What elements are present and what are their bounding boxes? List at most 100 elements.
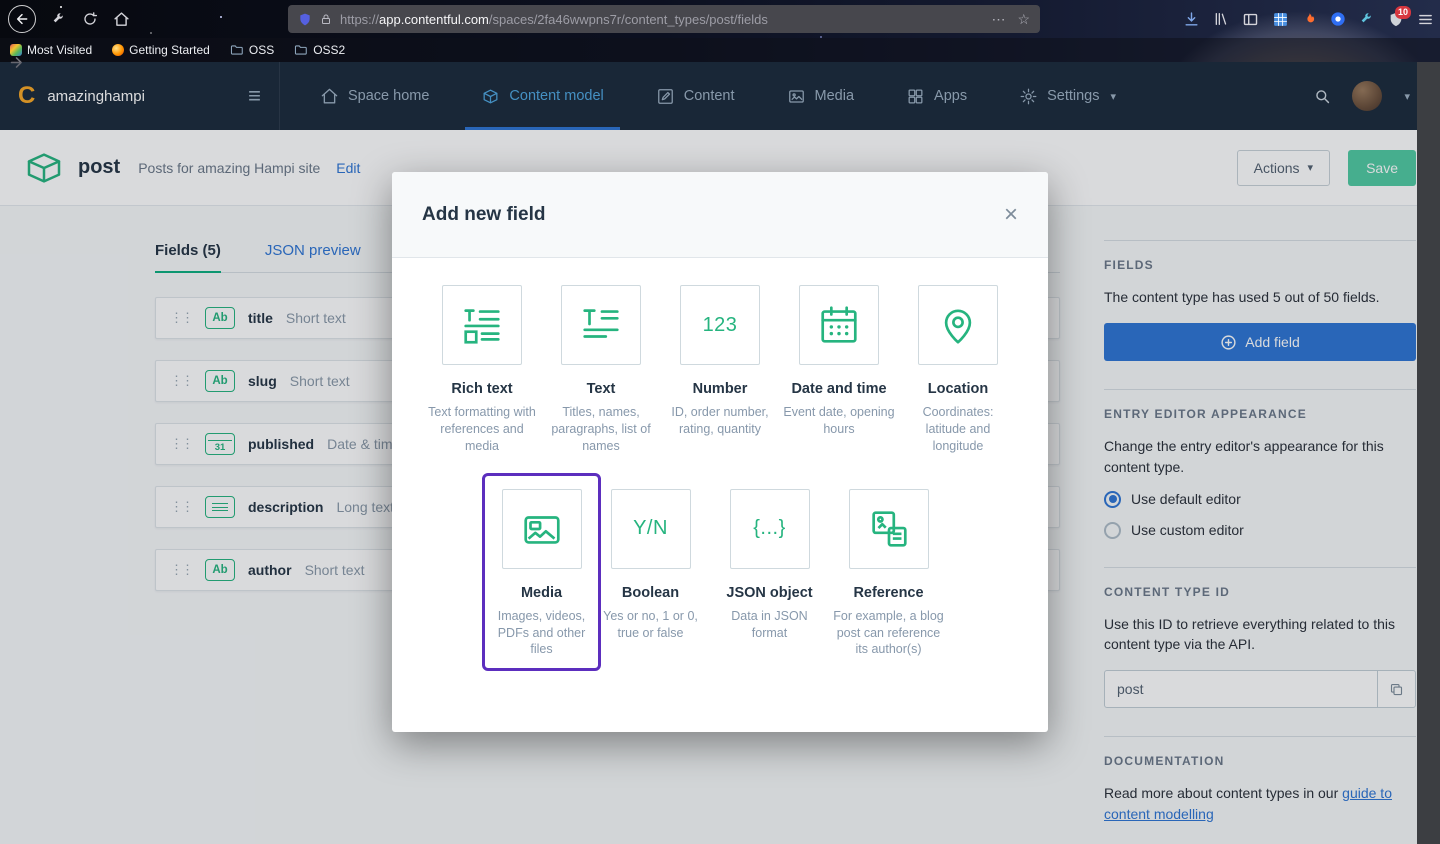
- rich-text-icon: [464, 309, 500, 344]
- reference-card[interactable]: [848, 488, 929, 569]
- boolean-card[interactable]: Y/N: [610, 488, 691, 569]
- space-switcher[interactable]: C amazinghampi ≡: [0, 62, 280, 130]
- drag-handle-icon[interactable]: ⋮⋮: [170, 499, 194, 515]
- browser-toolbar: https://app.contentful.com/spaces/2fa46w…: [0, 0, 1440, 68]
- back-button[interactable]: [8, 5, 36, 33]
- media-icon: [523, 515, 560, 544]
- location-card[interactable]: [918, 285, 998, 365]
- address-bar[interactable]: https://app.contentful.com/spaces/2fa46w…: [288, 5, 1040, 33]
- short-text-icon: Ab: [205, 307, 235, 329]
- calendar-icon: [821, 306, 857, 343]
- sidebars-icon[interactable]: [1242, 11, 1259, 28]
- lock-icon: [322, 14, 330, 24]
- contentful-logo-icon: C: [18, 82, 36, 109]
- drag-handle-icon[interactable]: ⋮⋮: [170, 436, 194, 452]
- documentation-heading: DOCUMENTATION: [1104, 754, 1225, 769]
- add-field-button[interactable]: Add field: [1104, 323, 1416, 362]
- field-type-date-and-time[interactable]: Date and time Event date, opening hours: [780, 285, 899, 438]
- extension-badge: 10: [1394, 5, 1411, 19]
- menu-icon[interactable]: [1417, 11, 1434, 28]
- rich-text-card[interactable]: [442, 285, 522, 365]
- tab-fields[interactable]: Fields (5): [155, 242, 221, 273]
- bookmark-most-visited[interactable]: Most Visited: [10, 43, 92, 57]
- library-icon[interactable]: [1213, 11, 1229, 27]
- nav-item-settings[interactable]: Settings ▾: [993, 62, 1142, 130]
- content-type-icon: [27, 152, 61, 183]
- tab-json-preview[interactable]: JSON preview: [265, 242, 361, 272]
- url-text[interactable]: https://app.contentful.com/spaces/2fa46w…: [340, 12, 768, 27]
- space-name: amazinghampi: [47, 87, 145, 105]
- extension-table-icon[interactable]: [1272, 11, 1289, 28]
- downloads-icon[interactable]: [1183, 11, 1200, 28]
- number-icon: 123: [702, 313, 738, 336]
- radio-default-editor[interactable]: Use default editor: [1104, 490, 1416, 508]
- field-type-number[interactable]: 123 Number ID, order number, rating, qua…: [661, 285, 780, 438]
- search-icon[interactable]: [1313, 87, 1332, 106]
- chevron-down-icon: ▾: [1307, 162, 1314, 174]
- number-card[interactable]: 123: [680, 285, 760, 365]
- extension-flame-icon[interactable]: [1302, 11, 1317, 28]
- field-type-text[interactable]: Text Titles, names, paragraphs, list of …: [542, 285, 661, 455]
- field-type-boolean[interactable]: Y/N Boolean Yes or no, 1 or 0, true or f…: [591, 488, 710, 642]
- media-card[interactable]: [501, 488, 582, 569]
- content-type-description: Posts for amazing Hampi site: [138, 159, 321, 176]
- extension-shield-icon[interactable]: 10: [1388, 5, 1411, 28]
- text-card[interactable]: [561, 285, 641, 365]
- modal-body: Rich text Text formatting with reference…: [392, 258, 1048, 672]
- drag-handle-icon[interactable]: ⋮⋮: [170, 310, 194, 326]
- divider: [1104, 736, 1416, 738]
- json-icon: {...}: [753, 517, 786, 540]
- tools-icon[interactable]: [51, 11, 67, 27]
- bookmark-star-icon[interactable]: ☆: [1017, 11, 1030, 28]
- apps-grid-icon: [908, 89, 923, 103]
- divider: [1104, 566, 1416, 568]
- home-button[interactable]: [113, 11, 130, 28]
- window-scrollbar[interactable]: [1417, 62, 1440, 844]
- divider: [1104, 240, 1416, 241]
- fields-heading: FIELDS: [1104, 258, 1154, 272]
- nav-item-apps[interactable]: Apps: [880, 62, 993, 130]
- tracking-protection-shield-icon[interactable]: [298, 12, 312, 27]
- bookmark-getting-started[interactable]: Getting Started: [112, 43, 210, 57]
- hamburger-icon[interactable]: ≡: [248, 83, 261, 109]
- drag-handle-icon[interactable]: ⋮⋮: [170, 562, 194, 578]
- field-type-location[interactable]: Location Coordinates: latitude and longi…: [899, 285, 1018, 455]
- date-card[interactable]: [799, 285, 879, 365]
- bookmark-folder-oss[interactable]: OSS: [230, 43, 274, 57]
- extension-wrench-icon[interactable]: [1359, 11, 1375, 27]
- save-button[interactable]: Save: [1348, 149, 1416, 186]
- actions-button[interactable]: Actions ▾: [1236, 149, 1331, 186]
- nav-item-content-model[interactable]: Content model: [455, 62, 629, 130]
- copy-button[interactable]: [1377, 671, 1415, 708]
- radio-unselected-icon[interactable]: [1104, 521, 1121, 539]
- content-type-id-input[interactable]: post: [1104, 670, 1416, 709]
- edit-link[interactable]: Edit: [336, 160, 360, 176]
- bookmark-folder-oss2[interactable]: OSS2: [294, 43, 345, 57]
- radio-selected-icon[interactable]: [1104, 490, 1121, 508]
- chevron-down-icon[interactable]: ▾: [1404, 90, 1410, 103]
- short-text-icon: Ab: [205, 559, 235, 581]
- drag-handle-icon[interactable]: ⋮⋮: [170, 373, 194, 389]
- avatar[interactable]: [1352, 81, 1383, 111]
- page-actions-icon[interactable]: ⋯: [991, 11, 1005, 28]
- json-card[interactable]: {...}: [729, 488, 810, 569]
- extension-blue-circle-icon[interactable]: [1330, 11, 1346, 27]
- radio-custom-editor[interactable]: Use custom editor: [1104, 521, 1416, 539]
- folder-icon: [230, 45, 243, 55]
- nav-item-space-home[interactable]: Space home: [294, 62, 455, 130]
- nav-item-media[interactable]: Media: [761, 62, 881, 130]
- close-icon[interactable]: ×: [1004, 202, 1018, 227]
- modal-title: Add new field: [422, 203, 546, 225]
- plus-circle-icon: [1221, 335, 1236, 350]
- field-type-rich-text[interactable]: Rich text Text formatting with reference…: [423, 285, 542, 455]
- right-sidebar: FIELDS The content type has used 5 out o…: [1104, 206, 1416, 824]
- documentation-text: Read more about content types in our gui…: [1104, 785, 1392, 822]
- nav-item-content[interactable]: Content: [630, 62, 761, 130]
- reload-button[interactable]: [82, 11, 98, 27]
- field-type-json-object[interactable]: {...} JSON object Data in JSON format: [710, 488, 829, 642]
- page-title: post: [78, 156, 121, 178]
- field-type-media[interactable]: Media Images, videos, PDFs and other fil…: [482, 472, 601, 672]
- field-type-reference[interactable]: Reference For example, a blog post can r…: [829, 488, 948, 659]
- pinwheel-icon: [10, 44, 22, 56]
- chevron-down-icon: ▾: [1110, 90, 1117, 103]
